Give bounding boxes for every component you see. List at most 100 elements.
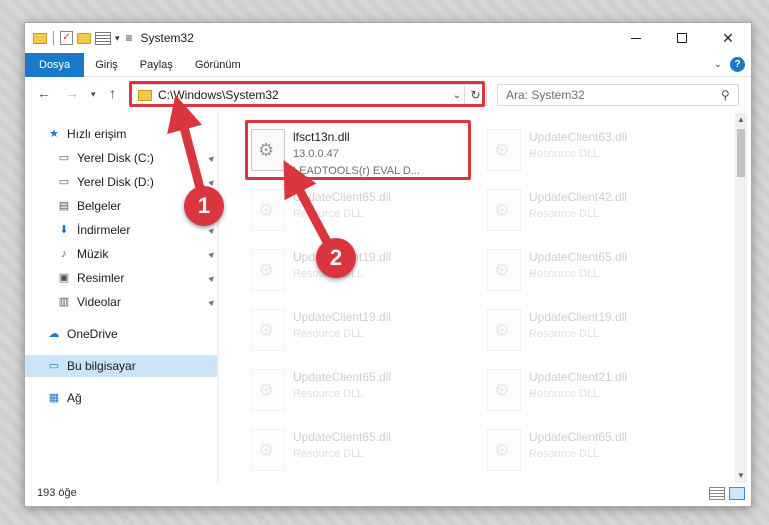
sidebar-item-label: Ağ [67, 391, 82, 405]
divider [53, 31, 54, 45]
file-name: UpdateClient65.dll [293, 190, 392, 204]
tab-home[interactable]: Giriş [84, 53, 129, 77]
file-description: Resource DLL [529, 268, 600, 280]
maximize-icon [677, 33, 687, 43]
cloud-icon: ☁ [48, 328, 60, 340]
minimize-button[interactable] [613, 23, 659, 53]
chevron-down-icon[interactable]: ▾ [115, 33, 120, 44]
sidebar-item-label: Yerel Disk (D:) [77, 175, 154, 189]
item-count: 193 öğe [37, 487, 77, 499]
sidebar-item-label: OneDrive [67, 327, 118, 341]
sidebar-item-quick-access[interactable]: ★ Hızlı erişim [47, 123, 217, 145]
file-description: Resource DLL [293, 448, 364, 460]
tab-view[interactable]: Görünüm [184, 53, 252, 77]
navigation-pane: ★ Hızlı erişim ▭ Yerel Disk (C:) ▲ ▭ Yer… [25, 113, 219, 483]
sidebar-item-label: Resimler [77, 271, 125, 285]
file-description: Resource DLL [529, 208, 600, 220]
vertical-scrollbar[interactable]: ▲ ▼ [735, 113, 747, 483]
customize-toolbar-icon[interactable]: ≡ [126, 31, 133, 45]
view-switcher [709, 487, 745, 500]
explorer-window: ✓ ▾ ≡ System32 ✕ Dosya Giriş Paylaş Görü… [24, 22, 752, 507]
sidebar-item-onedrive[interactable]: ☁ OneDrive [47, 323, 217, 345]
dll-file-icon [487, 249, 521, 291]
back-arrow-icon[interactable]: ← [37, 85, 51, 101]
sidebar-item-network[interactable]: ▦ Ağ [47, 387, 217, 409]
file-item[interactable]: UpdateClient19.dll Resource DLL [245, 303, 469, 359]
file-item[interactable]: UpdateClient65.dll Resource DLL [481, 243, 705, 299]
dll-file-icon [487, 189, 521, 231]
dll-file-icon [251, 189, 285, 231]
sidebar-item-label: Belgeler [77, 199, 122, 213]
properties-check-icon[interactable]: ✓ [60, 31, 73, 45]
file-name: UpdateClient65.dll [529, 250, 628, 264]
file-item[interactable]: UpdateClient65.dll Resource DLL [481, 423, 705, 479]
drive-icon: ▭ [58, 176, 70, 188]
computer-icon: ▭ [48, 360, 60, 372]
search-box[interactable]: Ara: System32 ⚲ [497, 84, 739, 106]
details-view-icon[interactable] [709, 487, 725, 500]
ribbon-tabs: Dosya Giriş Paylaş Görünüm ⌄ ? [25, 52, 751, 77]
recent-locations-icon[interactable]: ▾ [91, 89, 96, 100]
file-description: Resource DLL [529, 328, 600, 340]
sidebar-item-music[interactable]: ♪ Müzik ▲ [57, 243, 219, 265]
file-item[interactable]: UpdateClient21.dll Resource DLL [481, 363, 705, 419]
file-item[interactable]: UpdateClient65.dll Resource DLL [245, 363, 469, 419]
file-item[interactable]: UpdateClient63.dll Resource DLL [481, 123, 705, 179]
help-icon[interactable]: ? [730, 57, 745, 72]
dll-file-icon [251, 369, 285, 411]
scroll-up-icon[interactable]: ▲ [735, 113, 747, 127]
close-button[interactable]: ✕ [705, 23, 751, 53]
drive-icon: ▭ [58, 152, 70, 164]
file-name: UpdateClient19.dll [293, 310, 392, 324]
music-icon: ♪ [61, 248, 67, 260]
expand-ribbon-icon[interactable]: ⌄ [714, 59, 722, 70]
file-item[interactable]: UpdateClient19.dll Resource DLL [481, 303, 705, 359]
tab-file[interactable]: Dosya [25, 52, 85, 77]
documents-icon: ▤ [58, 200, 70, 212]
dll-file-icon [487, 429, 521, 471]
dll-file-icon [251, 309, 285, 351]
file-name: UpdateClient21.dll [529, 370, 628, 384]
file-name: UpdateClient19.dll [529, 310, 628, 324]
title-bar: ✓ ▾ ≡ System32 ✕ [25, 23, 751, 53]
large-icons-view-icon[interactable] [729, 487, 745, 500]
file-description: Resource DLL [293, 328, 364, 340]
file-item[interactable]: UpdateClient65.dll Resource DLL [245, 183, 469, 239]
sidebar-item-local-disk-c[interactable]: ▭ Yerel Disk (C:) ▲ [57, 147, 219, 169]
maximize-button[interactable] [659, 23, 705, 53]
file-item[interactable]: UpdateClient19.dllResource DLL [245, 243, 469, 299]
minimize-icon [631, 37, 641, 39]
file-item[interactable]: UpdateClient65.dll Resource DLL [245, 423, 469, 479]
step-1-badge: 1 [184, 186, 224, 226]
forward-arrow-icon[interactable]: → [65, 85, 79, 101]
list-icon[interactable] [95, 31, 111, 45]
sidebar-item-videos[interactable]: ▥ Videolar ▲ [57, 291, 219, 313]
file-item[interactable]: UpdateClient42.dll Resource DLL [481, 183, 705, 239]
search-placeholder[interactable]: Ara: System32 [506, 88, 585, 102]
file-description: Resource DLL [529, 388, 600, 400]
new-folder-icon[interactable] [77, 32, 91, 44]
sidebar-item-pictures[interactable]: ▣ Resimler ▲ [57, 267, 219, 289]
dll-file-icon [487, 129, 521, 171]
sidebar-item-label: Hızlı erişim [67, 127, 127, 141]
file-description: Resource DLL [293, 388, 364, 400]
videos-icon: ▥ [58, 296, 70, 308]
star-icon: ★ [49, 128, 59, 140]
scrollbar-thumb[interactable] [737, 129, 745, 177]
sidebar-item-this-pc[interactable]: ▭ Bu bilgisayar [25, 355, 217, 377]
sidebar-item-label: Bu bilgisayar [67, 359, 136, 373]
file-highlight-box [245, 120, 471, 180]
sidebar-item-label: İndirmeler [77, 223, 131, 237]
up-arrow-icon[interactable]: ↑ [109, 85, 116, 101]
search-icon[interactable]: ⚲ [721, 88, 730, 102]
dll-file-icon [487, 369, 521, 411]
tab-share[interactable]: Paylaş [129, 53, 184, 77]
address-highlight-box [129, 81, 485, 107]
sidebar-divider [217, 113, 219, 483]
step-2-badge: 2 [316, 238, 356, 278]
dll-file-icon [487, 309, 521, 351]
sidebar-item-label: Yerel Disk (C:) [77, 151, 154, 165]
file-name: UpdateClient65.dll [529, 430, 628, 444]
folder-icon[interactable] [33, 32, 47, 44]
dll-file-icon [251, 429, 285, 471]
